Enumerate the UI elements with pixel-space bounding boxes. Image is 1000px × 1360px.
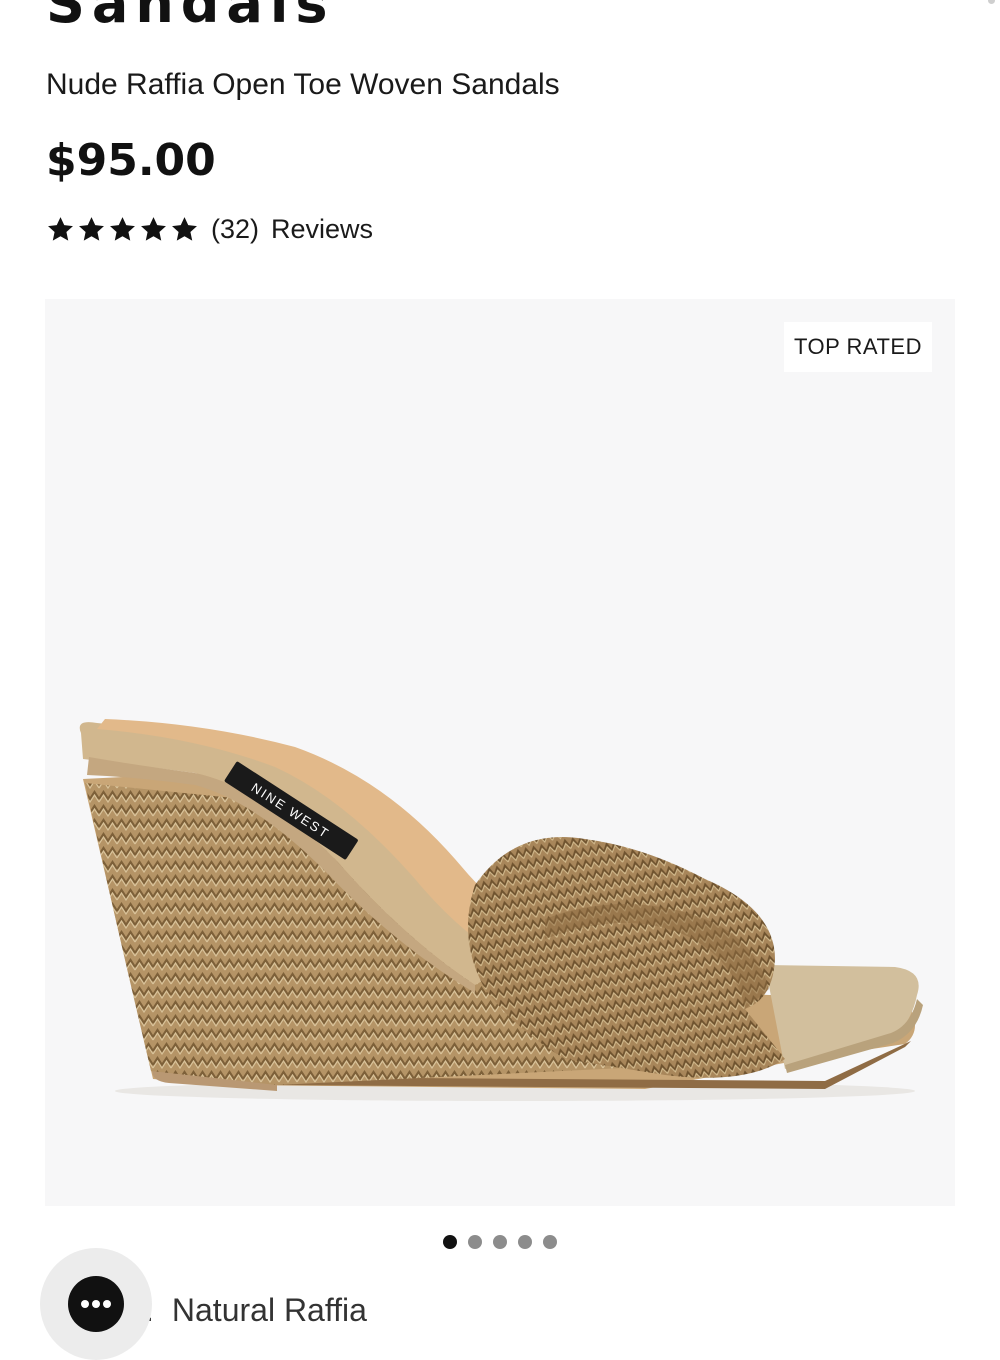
pagination-dot[interactable]: [543, 1235, 557, 1249]
pagination-dot[interactable]: [518, 1235, 532, 1249]
pagination-dot[interactable]: [443, 1235, 457, 1249]
top-rated-badge: TOP RATED: [784, 322, 932, 372]
chat-button[interactable]: [68, 1276, 124, 1332]
chat-ellipsis-icon: [81, 1300, 111, 1308]
raffia-wedge-sandal-image: NINE WEST: [79, 719, 923, 1101]
star-icon: [48, 217, 73, 241]
star-rating: [46, 215, 199, 244]
selected-color: :Natural Raffia: [145, 1292, 367, 1329]
star-icon: [79, 217, 104, 241]
product-subtitle: Nude Raffia Open Toe Woven Sandals: [46, 68, 560, 101]
pagination-dot[interactable]: [468, 1235, 482, 1249]
star-icon: [110, 217, 135, 241]
gallery-pagination[interactable]: [443, 1235, 557, 1249]
rating-row[interactable]: (32) Reviews: [46, 214, 373, 245]
star-icon: [141, 217, 166, 241]
product-title: Sandals: [46, 0, 335, 35]
pagination-dot[interactable]: [493, 1235, 507, 1249]
color-value: Natural Raffia: [171, 1292, 367, 1328]
star-icon: [172, 217, 197, 241]
product-image-gallery[interactable]: NINE WEST TOP RATED: [45, 299, 955, 1206]
scroll-indicator: [988, 0, 995, 4]
review-count[interactable]: (32): [211, 214, 259, 245]
reviews-link[interactable]: Reviews: [271, 214, 373, 245]
product-price: $95.00: [46, 135, 216, 186]
